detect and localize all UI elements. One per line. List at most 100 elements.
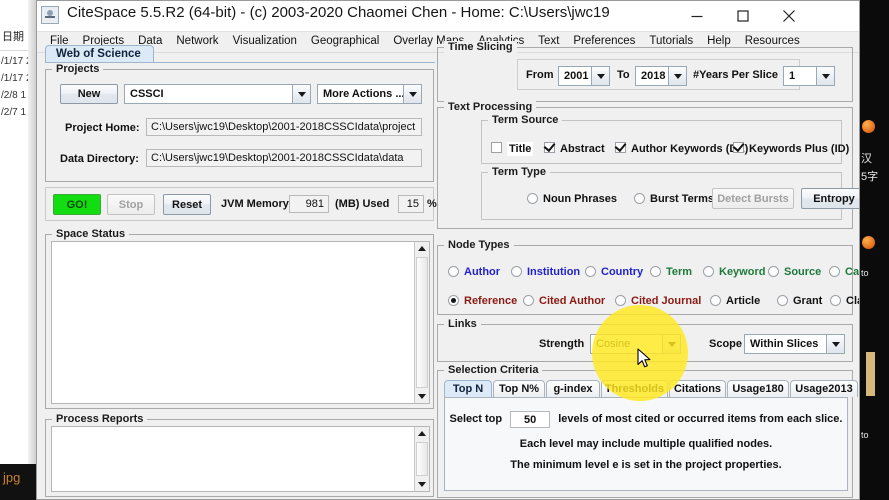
process-reports-scrollbar[interactable]: [414, 427, 429, 491]
project-home-field[interactable]: C:\Users\jwc19\Desktop\2001-2018CSSCIdat…: [146, 118, 422, 136]
data-directory-field[interactable]: C:\Users\jwc19\Desktop\2001-2018CSSCIdat…: [146, 149, 422, 167]
label-keywords-plus: Keywords Plus (ID): [749, 143, 849, 155]
minimize-button[interactable]: [674, 1, 720, 31]
tab-web-of-science[interactable]: Web of Science: [45, 45, 154, 63]
radio-grant[interactable]: [777, 295, 788, 306]
selection-criteria-legend: Selection Criteria: [444, 364, 542, 376]
years-per-slice-select[interactable]: 1: [783, 66, 835, 86]
radio-institution[interactable]: [511, 266, 522, 277]
radio-cited-author[interactable]: [523, 295, 534, 306]
radio-keyword[interactable]: [703, 266, 714, 277]
new-project-button[interactable]: New: [60, 84, 118, 104]
jvm-memory-label: JVM Memory: [221, 198, 289, 210]
checkbox-abstract[interactable]: [544, 142, 555, 153]
tab-g-index[interactable]: g-index: [546, 380, 600, 397]
strength-select[interactable]: Cosine: [590, 334, 681, 354]
project-select[interactable]: CSSCI: [124, 84, 311, 104]
years-per-slice-value: 1: [789, 67, 795, 86]
background-taskbar-text: jpg: [3, 470, 20, 485]
to-label: To: [617, 69, 630, 81]
criteria-line-2: Each level may include multiple qualifie…: [445, 438, 847, 450]
project-home-label: Project Home:: [65, 122, 140, 134]
process-reports-legend: Process Reports: [52, 413, 147, 425]
chevron-down-icon[interactable]: [668, 67, 686, 85]
links-legend: Links: [444, 318, 481, 330]
term-source-group: Term Source Title Abstract Author Keywor…: [481, 120, 842, 164]
chevron-down-icon[interactable]: [591, 67, 609, 85]
criteria-tab-strip: Top N Top N% g-index Thresholds Citation…: [444, 380, 848, 398]
from-year-select[interactable]: 2001: [558, 66, 610, 86]
from-year-value: 2001: [564, 67, 588, 86]
chevron-down-icon[interactable]: [292, 85, 310, 103]
tab-top-n[interactable]: Top N: [444, 380, 492, 397]
scroll-up-icon[interactable]: [415, 242, 429, 256]
checkbox-author-keywords[interactable]: [615, 142, 626, 153]
chevron-down-icon[interactable]: [662, 335, 680, 353]
radio-burst-terms[interactable]: [634, 193, 645, 204]
label-burst-terms: Burst Terms: [650, 193, 714, 205]
process-reports-pane[interactable]: [51, 426, 430, 492]
text-processing-legend: Text Processing: [444, 101, 536, 113]
background-scrollbar: [28, 0, 36, 500]
radio-noun-phrases[interactable]: [527, 193, 538, 204]
data-directory-label: Data Directory:: [60, 153, 139, 165]
mb-used-label: (MB) Used: [335, 198, 389, 210]
maximize-button[interactable]: [720, 1, 766, 31]
stop-button: Stop: [107, 194, 155, 215]
background-decoration: [866, 352, 875, 396]
space-status-scrollbar[interactable]: [414, 242, 429, 403]
menu-help[interactable]: Help: [700, 32, 738, 47]
select-top-input[interactable]: 50: [510, 411, 550, 428]
to-year-value: 2018: [641, 67, 665, 86]
more-actions-label: More Actions ...: [323, 85, 405, 104]
go-button[interactable]: GO!: [53, 194, 101, 215]
radio-term[interactable]: [650, 266, 661, 277]
more-actions-select[interactable]: More Actions ...: [317, 84, 422, 104]
tab-thresholds[interactable]: Thresholds: [601, 380, 668, 397]
scroll-down-icon[interactable]: [415, 389, 429, 403]
title-bar: CiteSpace 5.5.R2 (64-bit) - (c) 2003-202…: [37, 1, 859, 32]
term-source-legend: Term Source: [488, 114, 562, 126]
radio-source[interactable]: [768, 266, 779, 277]
radio-claim[interactable]: [830, 295, 841, 306]
chevron-down-icon[interactable]: [403, 85, 421, 103]
radio-country[interactable]: [585, 266, 596, 277]
chevron-down-icon[interactable]: [816, 67, 834, 85]
tab-top-n-percent[interactable]: Top N%: [493, 380, 545, 397]
radio-author[interactable]: [448, 266, 459, 277]
label-cited-author: Cited Author: [539, 295, 605, 307]
label-cited-journal: Cited Journal: [631, 295, 701, 307]
radio-article[interactable]: [710, 295, 721, 306]
scroll-thumb[interactable]: [416, 257, 428, 388]
chevron-down-icon[interactable]: [826, 335, 844, 353]
checkbox-title[interactable]: [491, 142, 502, 153]
radio-cited-journal[interactable]: [615, 295, 626, 306]
scroll-thumb[interactable]: [416, 442, 428, 476]
background-right-text: 5字: [861, 168, 878, 184]
menu-resources[interactable]: Resources: [738, 32, 807, 47]
tab-citations[interactable]: Citations: [669, 380, 726, 397]
checkbox-keywords-plus[interactable]: [733, 142, 744, 153]
reset-button[interactable]: Reset: [163, 194, 211, 215]
menu-preferences[interactable]: Preferences: [566, 32, 642, 47]
time-slicing-row: From 2001 To 2018 #Years Per Slice 1: [517, 59, 800, 90]
radio-category[interactable]: [829, 266, 840, 277]
menu-text[interactable]: Text: [531, 32, 566, 47]
scope-value: Within Slices: [750, 335, 818, 354]
to-year-select[interactable]: 2018: [635, 66, 687, 86]
scroll-down-icon[interactable]: [415, 477, 429, 491]
label-abstract: Abstract: [560, 143, 605, 155]
tab-usage2013[interactable]: Usage2013: [790, 380, 858, 397]
strength-label: Strength: [539, 338, 584, 350]
space-status-pane[interactable]: [51, 241, 430, 404]
window-title: CiteSpace 5.5.R2 (64-bit) - (c) 2003-202…: [67, 4, 610, 21]
scope-select[interactable]: Within Slices: [744, 334, 845, 354]
menu-tutorials[interactable]: Tutorials: [642, 32, 700, 47]
years-per-slice-label: #Years Per Slice: [693, 69, 778, 81]
scroll-up-icon[interactable]: [415, 427, 429, 441]
tab-usage180[interactable]: Usage180: [727, 380, 789, 397]
entropy-button[interactable]: Entropy: [801, 188, 860, 209]
background-app-icon: [862, 120, 875, 133]
close-button[interactable]: [766, 1, 812, 31]
radio-reference[interactable]: [448, 295, 459, 306]
